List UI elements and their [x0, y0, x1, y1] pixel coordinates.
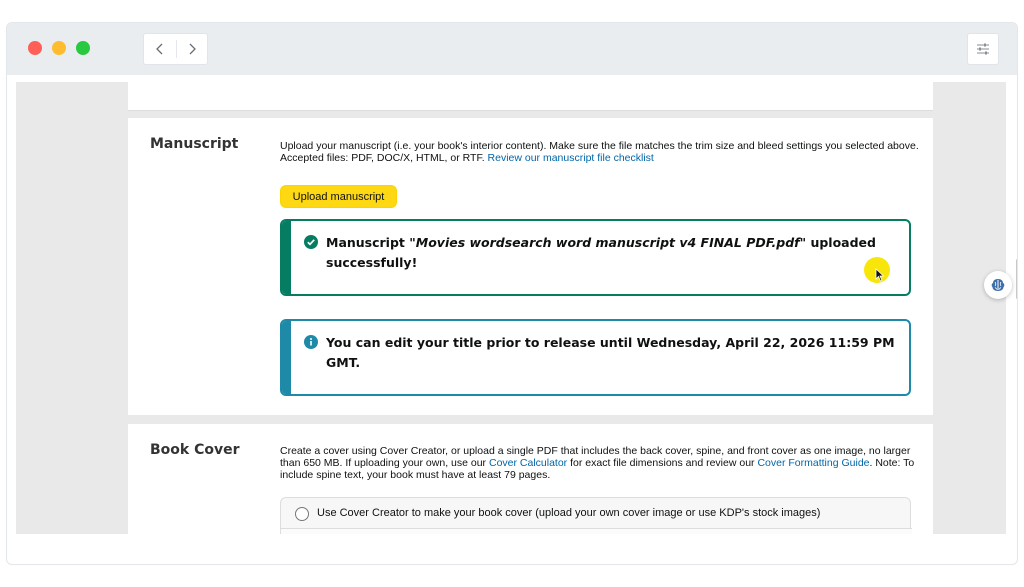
success-alert-bar — [282, 221, 291, 294]
success-prefix: Manuscript " — [326, 235, 416, 250]
book-cover-title: Book Cover — [150, 442, 240, 458]
page-viewport[interactable]: Manuscript Upload your manuscript (i.e. … — [16, 82, 1006, 534]
forward-button[interactable] — [176, 34, 208, 64]
manuscript-description: Upload your manuscript (i.e. your book's… — [280, 140, 920, 164]
sliders-icon — [977, 43, 989, 55]
previous-section-card — [128, 82, 933, 111]
assistant-floating-button[interactable] — [984, 271, 1012, 299]
cover-option-details — [281, 528, 912, 534]
info-icon — [304, 335, 318, 349]
cover-description-part-2: for exact file dimensions and review our — [570, 457, 755, 469]
cover-creator-option-label[interactable]: Use Cover Creator to make your book cove… — [317, 507, 820, 519]
settings-menu-button[interactable] — [967, 33, 999, 65]
cover-formatting-guide-link[interactable]: Cover Formatting Guide — [757, 457, 869, 469]
manuscript-checklist-link[interactable]: Review our manuscript file checklist — [488, 152, 654, 164]
back-button[interactable] — [144, 34, 176, 64]
cover-calculator-link[interactable]: Cover Calculator — [489, 457, 567, 469]
release-info-alert: You can edit your title prior to release… — [280, 319, 911, 396]
cover-options-box: Use Cover Creator to make your book cove… — [280, 497, 912, 534]
book-cover-section: Book Cover Create a cover using Cover Cr… — [128, 424, 933, 534]
chevron-right-icon — [189, 43, 196, 55]
close-window-button[interactable] — [28, 41, 42, 55]
book-cover-description: Create a cover using Cover Creator, or u… — [280, 445, 920, 481]
info-message: You can edit your title prior to release… — [326, 335, 895, 370]
uploaded-filename: Movies wordsearch word manuscript v4 FIN… — [415, 235, 800, 250]
maximize-window-button[interactable] — [76, 41, 90, 55]
upload-success-alert: Manuscript "Movies wordsearch word manus… — [280, 219, 911, 296]
manuscript-title: Manuscript — [150, 136, 239, 152]
brain-icon — [991, 279, 1005, 291]
page-scrollbar[interactable] — [1016, 259, 1017, 299]
success-message: Manuscript "Movies wordsearch word manus… — [326, 233, 896, 273]
browser-window: Manuscript Upload your manuscript (i.e. … — [6, 22, 1018, 565]
title-bar — [7, 23, 1017, 75]
upload-manuscript-button[interactable]: Upload manuscript — [280, 185, 397, 208]
manuscript-section: Manuscript Upload your manuscript (i.e. … — [128, 118, 933, 415]
check-circle-icon — [304, 235, 318, 249]
info-alert-bar — [282, 321, 291, 394]
chevron-left-icon — [156, 43, 163, 55]
mouse-cursor-icon — [875, 268, 885, 282]
navigation-buttons — [143, 33, 208, 65]
cover-creator-radio[interactable] — [295, 507, 309, 521]
minimize-window-button[interactable] — [52, 41, 66, 55]
